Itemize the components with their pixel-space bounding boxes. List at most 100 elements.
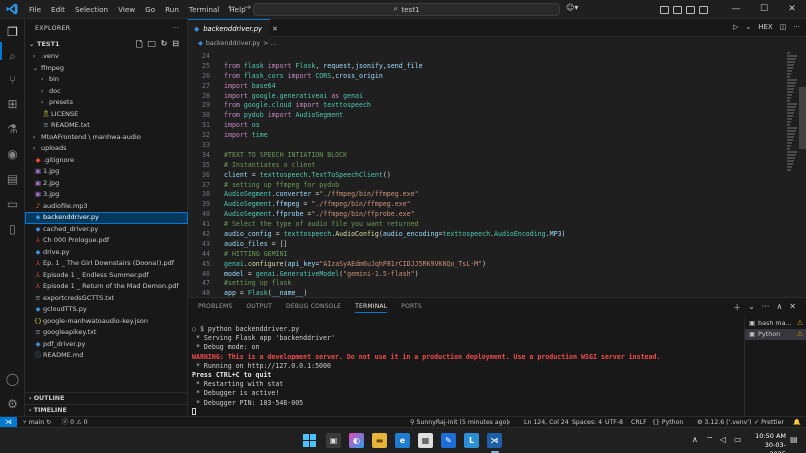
editor-tab[interactable]: ◆ backenddriver.py ✕: [188, 19, 278, 37]
tree-folder[interactable]: › .venv: [25, 51, 188, 63]
tree-file[interactable]: ⅄ Episode 1 _ Return of the Mad Demon.pdf: [25, 281, 188, 293]
tree-file[interactable]: {}google-manhwatoaudio-key.json: [25, 316, 188, 328]
tree-file[interactable]: 🎗LICENSE: [25, 109, 188, 121]
menu-item-file[interactable]: File: [24, 0, 46, 19]
vscode-logo-icon[interactable]: [6, 3, 18, 15]
terminal-view-icon[interactable]: ▭: [5, 197, 20, 212]
tree-file[interactable]: ◆ backenddriver.py: [25, 212, 188, 224]
back-arrow-icon[interactable]: ←: [228, 3, 236, 13]
new-terminal-icon[interactable]: ＋: [733, 302, 741, 313]
tree-file[interactable]: ♪ audiofile.mp3: [25, 201, 188, 213]
copilot-app-icon[interactable]: ◐: [349, 433, 364, 448]
outline-section[interactable]: › OUTLINE: [25, 392, 188, 404]
toggle-secondary-sidebar-icon[interactable]: [686, 5, 695, 14]
clock[interactable]: 10:50 AM 30-03-2025: [750, 432, 786, 453]
tree-file[interactable]: ≡ README.txt: [25, 120, 188, 132]
tree-file[interactable]: ◆ gcloudTTS.py: [25, 304, 188, 316]
l-app-icon[interactable]: L: [464, 433, 479, 448]
toggle-panel-icon[interactable]: [673, 5, 682, 14]
tree-folder[interactable]: › presets: [25, 97, 188, 109]
maximize-panel-icon[interactable]: ∧: [776, 302, 782, 313]
code-editor[interactable]: 24 25 from flask import Flask, request,jso…: [188, 52, 798, 297]
notebook-icon[interactable]: ▯: [5, 222, 20, 237]
pen-app-icon[interactable]: ✎: [441, 433, 456, 448]
breadcrumb-symbol[interactable]: > ...: [263, 40, 276, 47]
notification-center-icon[interactable]: ▤: [790, 435, 798, 444]
tree-folder[interactable]: ⌄ ffmpeg: [25, 63, 188, 75]
menu-item-view[interactable]: View: [113, 0, 140, 19]
minimize-button[interactable]: —: [722, 0, 750, 19]
remote-explorer-icon[interactable]: ◉: [5, 147, 20, 162]
settings-gear-icon[interactable]: ⚙: [5, 397, 20, 412]
customize-layout-icon[interactable]: [699, 5, 708, 14]
tree-folder[interactable]: › MtoAFrontend \ manhwa-audio: [25, 132, 188, 144]
menu-item-run[interactable]: Run: [160, 0, 184, 19]
store-icon[interactable]: ▦: [418, 433, 433, 448]
search-view-icon[interactable]: ⌕: [5, 49, 20, 64]
tree-file[interactable]: ◆ drive.py: [25, 247, 188, 259]
breadcrumb-file[interactable]: backenddriver.py: [206, 40, 260, 47]
tab-output[interactable]: OUTPUT: [246, 303, 272, 313]
vscode-taskbar-icon[interactable]: ⋊: [487, 433, 502, 448]
copilot-icon[interactable]: ☺▾: [566, 3, 578, 12]
workspace-folder[interactable]: ⌄ TEST1 🗋 🗀 ↻ ⊟: [25, 37, 187, 51]
close-window-button[interactable]: ✕: [778, 0, 806, 19]
tab-ports[interactable]: PORTS: [401, 303, 422, 313]
testing-icon[interactable]: ⚗: [5, 122, 20, 137]
close-panel-icon[interactable]: ✕: [789, 302, 796, 313]
more-panel-actions-icon[interactable]: ···: [762, 302, 770, 313]
split-editor-icon[interactable]: ◫: [780, 23, 787, 31]
terminal-instance[interactable]: ▣ Python ⚠: [745, 329, 806, 340]
task-view-icon[interactable]: ▣: [326, 433, 341, 448]
tree-file[interactable]: ⓘ README.md: [25, 350, 188, 362]
terminal-output[interactable]: ○ $ python backenddriver.py * Serving Fl…: [192, 325, 737, 417]
tree-folder[interactable]: › uploads: [25, 143, 188, 155]
edge-browser-icon[interactable]: e: [395, 433, 410, 448]
windows-start-icon[interactable]: [302, 433, 317, 448]
wifi-icon[interactable]: ⌔: [706, 435, 714, 445]
timeline-section[interactable]: › TIMELINE: [25, 404, 188, 416]
account-icon[interactable]: ◯: [5, 372, 20, 387]
forward-arrow-icon[interactable]: →: [244, 3, 252, 13]
editor-scrollbar[interactable]: [799, 87, 806, 149]
tree-file[interactable]: ◆ .gitignore: [25, 155, 188, 167]
menu-item-selection[interactable]: Selection: [70, 0, 113, 19]
tree-file[interactable]: ◆ pdf_driver.py: [25, 339, 188, 351]
source-control-icon[interactable]: ⑂: [5, 73, 20, 88]
tab-debug-console[interactable]: DEBUG CONSOLE: [286, 303, 341, 313]
more-actions-icon[interactable]: ···: [172, 25, 179, 32]
command-center-search[interactable]: ⌕ test1: [253, 3, 560, 16]
tree-file[interactable]: ◆ cached_driver.py: [25, 224, 188, 236]
menu-item-terminal[interactable]: Terminal: [184, 0, 224, 19]
tree-file[interactable]: ⅄ Ch 000 Prologue.pdf: [25, 235, 188, 247]
battery-icon[interactable]: ▭: [734, 435, 742, 444]
docker-icon[interactable]: ▤: [5, 172, 20, 187]
file-explorer-icon[interactable]: ▬: [372, 433, 387, 448]
tree-file[interactable]: ▣ 2.jpg: [25, 178, 188, 190]
terminal-dropdown-icon[interactable]: ⌄: [748, 302, 755, 313]
tree-file[interactable]: ▣ 3.jpg: [25, 189, 188, 201]
explorer-icon[interactable]: ❐: [5, 25, 20, 40]
tree-file[interactable]: ≡ googleapikey.txt: [25, 327, 188, 339]
toggle-primary-sidebar-icon[interactable]: [660, 5, 669, 14]
tree-file[interactable]: ▣ 1.jpg: [25, 166, 188, 178]
minimap[interactable]: [787, 52, 797, 297]
tree-file[interactable]: ⅄ Episode 1 _ Endless Summer.pdf: [25, 270, 188, 282]
menu-item-edit[interactable]: Edit: [46, 0, 70, 19]
volume-icon[interactable]: ◁: [720, 435, 726, 444]
tab-terminal[interactable]: TERMINAL: [355, 303, 388, 313]
menu-item-go[interactable]: Go: [140, 0, 160, 19]
terminal-instance[interactable]: ▣ bash ma... ⚠: [745, 318, 806, 329]
hex-editor-icon[interactable]: HEX: [758, 23, 772, 31]
extensions-icon[interactable]: ⊞: [5, 97, 20, 112]
tree-folder[interactable]: › doc: [25, 86, 188, 98]
tray-overflow-icon[interactable]: ∧: [692, 435, 698, 444]
more-editor-actions-icon[interactable]: ···: [793, 23, 800, 31]
run-file-icon[interactable]: ▷: [733, 23, 738, 31]
tab-problems[interactable]: PROBLEMS: [198, 303, 232, 313]
maximize-button[interactable]: ☐: [750, 0, 778, 19]
close-tab-icon[interactable]: ✕: [272, 25, 278, 33]
tree-file[interactable]: ≡ exportcredsGCTTS.txt: [25, 293, 188, 305]
tree-file[interactable]: ⅄ Ep. 1 _ The Girl Downstairs (Doona!).pd…: [25, 258, 188, 270]
run-dropdown-icon[interactable]: ⌄: [745, 23, 751, 31]
